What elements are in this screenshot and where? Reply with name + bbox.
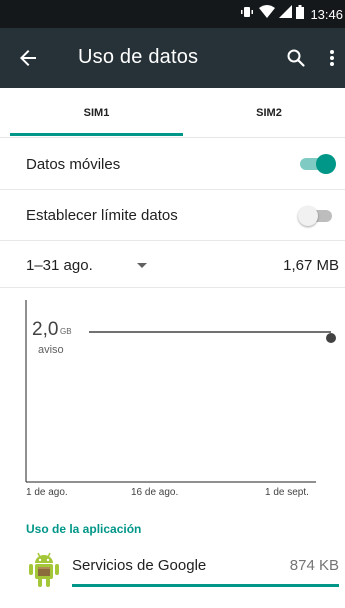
back-arrow-icon[interactable] <box>16 46 40 70</box>
battery-icon <box>296 4 305 24</box>
warning-unit: GB <box>60 327 72 336</box>
data-limit-label: Establecer límite datos <box>26 207 178 224</box>
cycle-total-usage: 1,67 MB <box>283 257 339 274</box>
mobile-data-label: Datos móviles <box>26 156 121 173</box>
tab-sim2[interactable]: SIM2 <box>183 88 345 138</box>
x-tick-start: 1 de ago. <box>26 487 68 498</box>
tab-indicator <box>10 133 183 136</box>
x-tick-end: 1 de sept. <box>265 487 309 498</box>
cycle-dropdown[interactable]: 1–31 ago. <box>20 249 170 279</box>
tab-sim1[interactable]: SIM1 <box>10 88 183 138</box>
page-title: Uso de datos <box>78 46 199 68</box>
warning-value: 2,0 <box>32 319 59 340</box>
sim-tabs: SIM1 SIM2 <box>0 88 345 138</box>
status-time: 13:46 <box>310 6 343 22</box>
signal-icon <box>279 5 293 23</box>
status-bar: 13:46 <box>0 0 345 28</box>
switch-thumb <box>298 206 318 226</box>
app-usage-bar-fill <box>72 584 339 587</box>
app-usage-item[interactable]: Servicios de Google 874 KB <box>0 546 345 592</box>
mobile-data-switch[interactable] <box>298 152 336 174</box>
warning-label: aviso <box>38 344 64 356</box>
app-name: Servicios de Google <box>72 557 207 574</box>
cycle-row: 1–31 ago. 1,67 MB <box>0 241 345 288</box>
android-icon <box>26 550 62 590</box>
data-limit-switch[interactable] <box>298 204 336 226</box>
data-limit-row[interactable]: Establecer límite datos <box>0 190 345 241</box>
x-tick-middle: 16 de ago. <box>131 487 179 498</box>
usage-chart: 2,0 GB aviso 1 de ago. 16 de ago. 1 de s… <box>0 288 345 510</box>
dropdown-caret-icon <box>137 263 147 268</box>
status-icons: 13:46 <box>239 0 345 28</box>
wifi-icon <box>259 4 276 24</box>
vibrate-icon <box>239 4 255 25</box>
cycle-label: 1–31 ago. <box>26 257 93 274</box>
more-options-icon[interactable] <box>322 46 342 70</box>
switch-thumb <box>316 154 336 174</box>
app-usage-header: Uso de la aplicación <box>26 522 142 536</box>
app-data-size: 874 KB <box>289 557 339 574</box>
app-usage-bar <box>72 584 339 587</box>
app-bar: Uso de datos <box>0 28 345 88</box>
mobile-data-row[interactable]: Datos móviles <box>0 138 345 190</box>
search-icon[interactable] <box>284 46 308 70</box>
warning-handle[interactable] <box>326 333 336 343</box>
